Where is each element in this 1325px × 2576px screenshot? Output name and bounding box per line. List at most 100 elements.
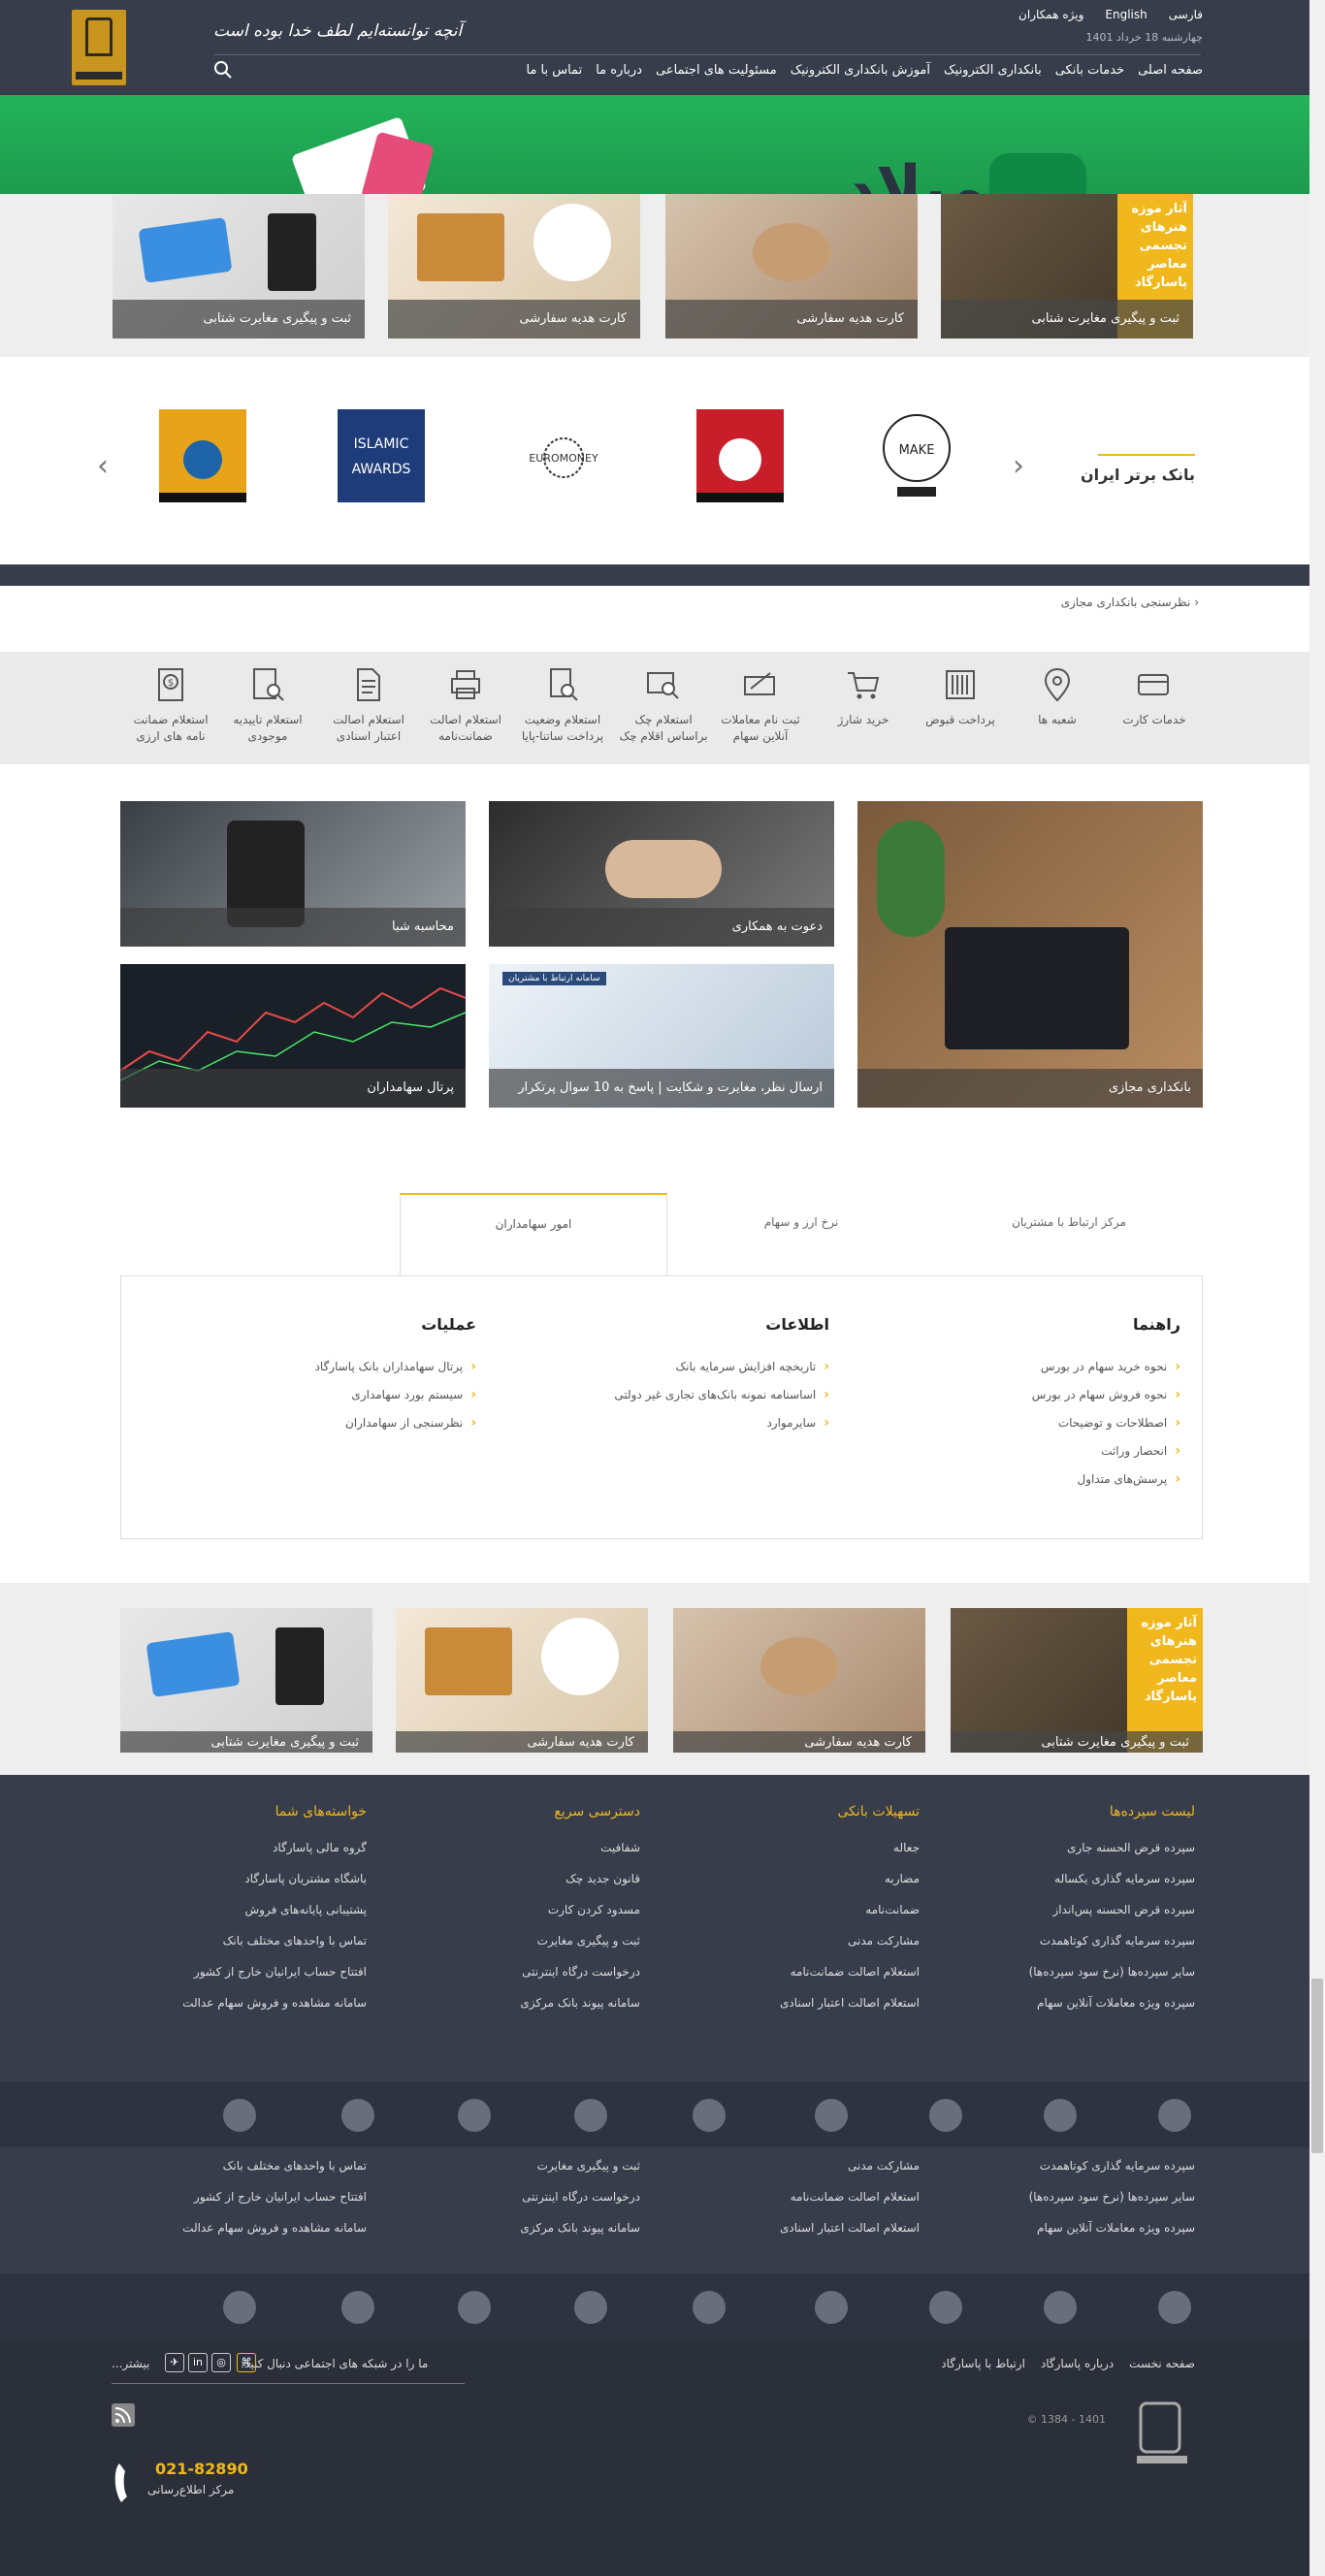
promo-card[interactable]: ثبت و پیگیری مغایرت شتابی [120, 1608, 372, 1753]
footer-link[interactable]: گروه مالی پاسارگاد [182, 1841, 367, 1854]
group-company-logo-icon[interactable] [815, 2291, 848, 2324]
group-company-logo-icon[interactable] [341, 2291, 374, 2324]
rss-icon[interactable] [112, 2403, 135, 2427]
footer-link[interactable]: تماس با واحدهای مختلف بانک [182, 1934, 367, 1948]
list-item[interactable]: پرسش‌های متداول [928, 1471, 1180, 1487]
promo-card[interactable]: آثار موزه هنرهای تجسمی معاصر پاسارگاد ثب… [941, 194, 1193, 338]
group-company-logo-icon[interactable] [341, 2099, 374, 2132]
banker-award-2015-icon[interactable] [159, 409, 246, 506]
group-company-logo-icon[interactable] [458, 2291, 491, 2324]
euromoney-award-icon[interactable]: EUROMONEY [520, 409, 607, 506]
footer-link[interactable]: مشارکت مدنی [780, 1934, 920, 1948]
group-company-logo-icon[interactable] [223, 2099, 256, 2132]
footer-link[interactable]: سپرده سرمایه گذاری یکساله [1029, 1872, 1195, 1885]
group-company-logo-icon[interactable] [929, 2291, 962, 2324]
partners-link[interactable]: ویژه همکاران [1018, 8, 1083, 21]
footer-link[interactable]: سایر سپرده‌ها (نرخ سود سپرده‌ها) [1029, 1965, 1195, 1979]
service-check-inquiry[interactable]: استعلام چک براساس اقلام چک [617, 665, 710, 745]
bottom-link-home[interactable]: صفحه نخست [1129, 2357, 1195, 2370]
footer-link[interactable]: ثبت و پیگیری مغایرت [520, 1934, 640, 1948]
linkedin-icon[interactable]: in [188, 2353, 208, 2372]
service-fx-guarantee[interactable]: $ استعلام ضمانت نامه های ارزی [124, 665, 217, 745]
tile-virtual-banking[interactable]: بانکداری مجازی [857, 801, 1203, 1108]
promo-card[interactable]: کارت هدیه سفارشی [673, 1608, 925, 1753]
group-company-logo-icon[interactable] [1158, 2099, 1191, 2132]
tile-sheba[interactable]: محاسبه شبا [120, 801, 466, 947]
nav-social-responsibility[interactable]: مسئولیت های اجتماعی [656, 63, 777, 78]
page-scrollbar[interactable] [1309, 0, 1325, 2576]
footer-link[interactable]: تماس با واحدهای مختلف بانک [182, 2159, 367, 2173]
make-award-icon[interactable]: MAKE [873, 409, 960, 506]
prev-arrow-icon[interactable]: › [93, 450, 113, 483]
nav-contact[interactable]: تماس با ما [526, 63, 582, 78]
footer-link[interactable]: استعلام اصالت اعتبار اسنادی [780, 1996, 920, 2010]
service-branches[interactable]: شعبه ها [1011, 665, 1104, 728]
footer-link[interactable]: سایر سپرده‌ها (نرخ سود سپرده‌ها) [1029, 2190, 1195, 2204]
group-company-logo-icon[interactable] [223, 2291, 256, 2324]
footer-link[interactable]: درخواست درگاه اینترنتی [520, 1965, 640, 1979]
list-item[interactable]: نحوه فروش سهام در بورس [928, 1387, 1180, 1402]
group-company-logo-icon[interactable] [815, 2099, 848, 2132]
service-charge[interactable]: خرید شارژ [817, 665, 910, 728]
bottom-link-about[interactable]: درباره پاسارگاد [1041, 2357, 1114, 2370]
next-arrow-icon[interactable]: ‹ [1009, 450, 1028, 483]
group-company-logo-icon[interactable] [1044, 2291, 1077, 2324]
footer-link[interactable]: استعلام اصالت ضمانت‌نامه [780, 2190, 920, 2204]
group-company-logo-icon[interactable] [574, 2099, 607, 2132]
lang-en-link[interactable]: English [1105, 8, 1147, 21]
footer-link[interactable]: سپرده قرض الحسنه جاری [1029, 1841, 1195, 1854]
footer-link[interactable]: سامانه مشاهده و فروش سهام عدالت [182, 2221, 367, 2235]
footer-link[interactable]: سپرده ویژه معاملات آنلاین سهام [1029, 1996, 1195, 2010]
group-company-logo-icon[interactable] [693, 2291, 726, 2324]
bank-logo-icon[interactable] [1131, 2398, 1193, 2479]
list-item[interactable]: اساسنامه نمونه بانک‌های تجاری غیر دولتی [538, 1387, 829, 1402]
promo-card[interactable]: کارت هدیه سفارشی [665, 194, 918, 338]
nav-about[interactable]: درباره ما [596, 63, 642, 78]
lang-fa-link[interactable]: فارسی [1169, 8, 1203, 21]
group-company-logo-icon[interactable] [929, 2099, 962, 2132]
service-guarantee-inquiry[interactable]: استعلام اصالت ضمانت‌نامه [419, 665, 512, 745]
service-lc-inquiry[interactable]: استعلام اصالت اعتبار اسنادی [322, 665, 415, 745]
footer-link[interactable]: مسدود کردن کارت [520, 1903, 640, 1916]
footer-link[interactable]: سپرده ویژه معاملات آنلاین سهام [1029, 2221, 1195, 2235]
list-item[interactable]: سایرموارد [538, 1415, 829, 1431]
tab-fx-stock[interactable]: نرخ ارز و سهام [667, 1193, 935, 1276]
tile-shareholders[interactable]: پرتال سهامداران [120, 964, 466, 1108]
hero-banner[interactable]: میلاد [0, 95, 1309, 194]
group-company-logo-icon[interactable] [693, 2099, 726, 2132]
aparat-icon[interactable]: ⌘ [237, 2353, 256, 2372]
footer-link[interactable]: قانون جدید چک [520, 1872, 640, 1885]
telegram-icon[interactable]: ✈ [165, 2353, 184, 2372]
bank-logo[interactable] [72, 10, 126, 85]
instagram-icon[interactable]: ◎ [211, 2353, 231, 2372]
service-card-services[interactable]: خدمات کارت [1108, 665, 1201, 728]
list-item[interactable]: اصطلاحات و توضیحات [928, 1415, 1180, 1431]
scrollbar-thumb[interactable] [1311, 1979, 1323, 2153]
footer-link[interactable]: ثبت و پیگیری مغایرت [520, 2159, 640, 2173]
search-icon[interactable] [213, 60, 233, 80]
nav-ebanking[interactable]: بانکداری الکترونیک [944, 63, 1042, 78]
list-item[interactable]: سیستم بورد سهامداری [224, 1387, 476, 1402]
footer-link[interactable]: ضمانت‌نامه [780, 1903, 920, 1916]
nav-home[interactable]: صفحه اصلی [1138, 63, 1203, 78]
group-company-logo-icon[interactable] [1044, 2099, 1077, 2132]
footer-link[interactable]: استعلام اصالت اعتبار اسنادی [780, 2221, 920, 2235]
tab-customer-center[interactable]: مرکز ارتباط با مشتریان [935, 1193, 1203, 1276]
list-item[interactable]: نحوه خرید سهام در بورس [928, 1359, 1180, 1374]
footer-link[interactable]: افتتاح حساب ایرانیان خارج از کشور [182, 2190, 367, 2204]
service-bill-payment[interactable]: پرداخت قبوض [914, 665, 1007, 728]
footer-link[interactable]: سپرده قرض الحسنه پس‌انداز [1029, 1903, 1195, 1916]
phone-number[interactable]: 021-82890 [155, 2460, 248, 2478]
footer-link[interactable]: مشارکت مدنی [780, 2159, 920, 2173]
footer-link[interactable]: باشگاه مشتریان پاسارگاد [182, 1872, 367, 1885]
promo-card[interactable]: کارت هدیه سفارشی [388, 194, 640, 338]
more-link[interactable]: بیشتر... [112, 2357, 149, 2370]
bottom-link-contact[interactable]: ارتباط با پاسارگاد [941, 2357, 1025, 2370]
group-company-logo-icon[interactable] [1158, 2291, 1191, 2324]
promo-card[interactable]: کارت هدیه سفارشی [396, 1608, 648, 1753]
service-online-stock[interactable]: ثبت نام معاملات آنلاین سهام [714, 665, 807, 745]
footer-link[interactable]: سامانه پیوند بانک مرکزی [520, 1996, 640, 2010]
footer-link[interactable]: جعاله [780, 1841, 920, 1854]
footer-link[interactable]: سامانه مشاهده و فروش سهام عدالت [182, 1996, 367, 2010]
banker-award-icon[interactable] [696, 409, 784, 506]
